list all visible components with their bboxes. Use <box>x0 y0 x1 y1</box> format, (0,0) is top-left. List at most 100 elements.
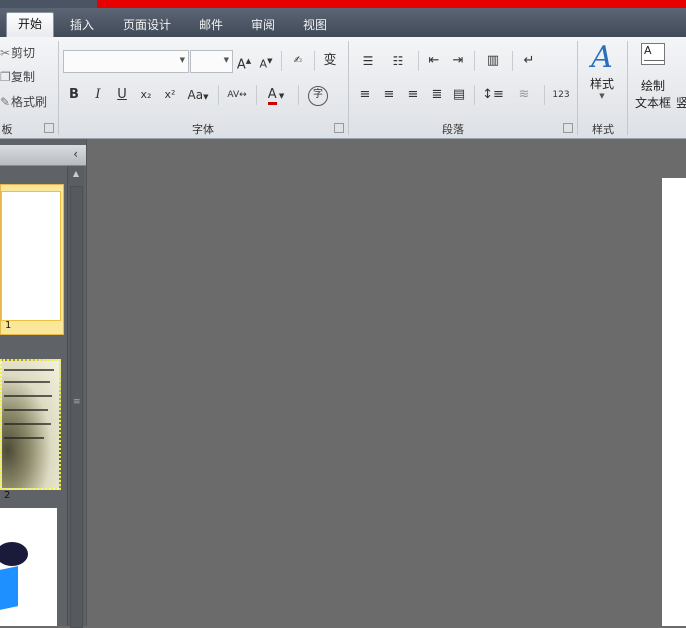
cut-button[interactable]: ✂剪切 <box>0 44 35 62</box>
divider <box>314 51 315 71</box>
columns-button[interactable]: ▥ <box>480 51 506 71</box>
slide-thumbnail-2[interactable] <box>0 359 61 490</box>
phonetic-label: 变 <box>323 53 337 68</box>
line-spacing-button[interactable]: ↕≡ <box>480 85 506 105</box>
font-dialog-launcher[interactable] <box>334 123 344 133</box>
indent-icon: ⇥ <box>452 53 464 68</box>
clear-format-button[interactable]: ✍ <box>286 51 310 71</box>
font-size-combo[interactable]: ▼ <box>190 50 233 73</box>
numbering-button[interactable]: ☷ <box>386 51 410 71</box>
draw-textbox-button[interactable]: A 绘制 文本框 <box>632 43 674 113</box>
shading-icon: ≋ <box>518 87 530 102</box>
eraser-icon: ✍ <box>293 55 303 66</box>
change-case-label: Aa <box>187 88 204 102</box>
paragraph-dialog-launcher[interactable] <box>563 123 573 133</box>
justify-button[interactable]: ≣ <box>428 85 446 105</box>
styles-icon: A <box>591 40 613 75</box>
grow-font-label: A <box>236 57 246 73</box>
divider <box>281 51 282 71</box>
thumbnail-text-line <box>4 395 52 397</box>
clipboard-dialog-launcher[interactable] <box>44 123 54 133</box>
slide-thumbnail-panel: ‹ 1 2 ▲ ≡ <box>0 139 87 628</box>
slide-number: 1 <box>5 320 12 331</box>
brush-icon: ✎ <box>0 95 11 109</box>
panel-scrollbar[interactable]: ▲ ≡ <box>67 166 84 628</box>
align-left-button[interactable]: ≡ <box>356 85 374 105</box>
title-bar <box>0 0 686 8</box>
character-spacing-button[interactable]: AV↔ <box>224 85 250 105</box>
thumbnail-graphic <box>0 566 18 610</box>
tab-mailings[interactable]: 邮件 <box>188 14 234 37</box>
align-left-icon: ≡ <box>359 87 371 102</box>
underline-button[interactable]: U <box>114 85 130 105</box>
spacing-icon: AV↔ <box>227 90 247 100</box>
styles-button[interactable]: A 样式 ▼ <box>580 41 624 113</box>
chevron-down-icon: ▼ <box>599 92 605 100</box>
tab-home[interactable]: 开始 <box>6 12 54 38</box>
collapse-icon[interactable]: ‹ <box>73 147 78 161</box>
thumbnail-text-line <box>4 381 50 383</box>
cut-label: 剪切 <box>11 46 36 60</box>
textbox-label: 文本框 <box>634 96 671 110</box>
outdent-icon: ⇤ <box>428 53 440 68</box>
vertical-label: 竖 <box>676 96 686 110</box>
subscript-button[interactable]: x₂ <box>136 85 156 105</box>
decrease-indent-button[interactable]: ⇤ <box>424 51 444 71</box>
columns-icon: ▥ <box>486 53 500 68</box>
grow-font-button[interactable]: A▲ <box>236 51 252 73</box>
numbered-list-icon: ☷ <box>392 54 404 68</box>
thumbnail-text-line <box>4 369 54 371</box>
title-bar-accent <box>97 0 686 8</box>
copy-icon: ❐ <box>0 70 11 84</box>
shrink-font-button[interactable]: A▼ <box>258 51 274 71</box>
chevron-down-icon: ▼ <box>179 56 185 64</box>
font-color-button[interactable]: A ▼ <box>262 85 290 105</box>
format-painter-button[interactable]: ✎格式刷 <box>0 93 47 111</box>
scroll-thumb[interactable]: ≡ <box>70 186 83 628</box>
styles-button-label: 样式 <box>589 77 614 91</box>
superscript-button[interactable]: x² <box>160 85 180 105</box>
distribute-button[interactable]: ▤ <box>450 85 468 105</box>
tab-insert[interactable]: 插入 <box>58 14 106 37</box>
scissors-icon: ✂ <box>0 46 11 60</box>
thumbnail-slot-2[interactable]: 2 <box>0 355 64 505</box>
change-case-button[interactable]: Aa▼ <box>184 85 212 105</box>
copy-button[interactable]: ❐复制 <box>0 68 35 86</box>
divider <box>544 85 545 105</box>
italic-button[interactable]: I <box>90 85 106 105</box>
font-color-label: A <box>267 87 277 105</box>
line-spacing-icon: ↕≡ <box>482 87 504 102</box>
shrink-font-label: A <box>259 57 268 71</box>
tab-view[interactable]: 视图 <box>292 14 338 37</box>
justify-icon: ≣ <box>431 87 443 102</box>
slide-thumbnail-1[interactable] <box>1 191 61 321</box>
slide-canvas[interactable] <box>662 178 686 626</box>
divider <box>512 51 513 71</box>
tab-review[interactable]: 审阅 <box>240 14 286 37</box>
increase-indent-button[interactable]: ⇥ <box>448 51 468 71</box>
copy-label: 复制 <box>11 70 36 84</box>
chevron-down-icon: ▼ <box>223 56 229 64</box>
divider <box>474 85 475 105</box>
numbering-format-button[interactable]: 123 <box>550 85 572 105</box>
align-center-button[interactable]: ≡ <box>380 85 398 105</box>
paragraph-group-label: 段落 <box>442 123 464 136</box>
enclose-characters-button[interactable]: 字 <box>308 86 328 106</box>
thumbnail-slot-1[interactable]: 1 <box>0 184 64 335</box>
align-right-button[interactable]: ≡ <box>404 85 422 105</box>
shading-button[interactable]: ≋ <box>510 85 538 105</box>
tab-page-design[interactable]: 页面设计 <box>112 14 182 37</box>
clipboard-group-label: 板 <box>1 123 13 136</box>
scroll-up-icon[interactable]: ▲ <box>70 169 82 179</box>
slide-number: 2 <box>4 490 11 501</box>
slide-thumbnail-3[interactable] <box>0 508 57 626</box>
ribbon: ✂剪切 ❐复制 ✎格式刷 板 ▼ ▼ A▲ A▼ ✍ 变 B I U x₂ x²… <box>0 37 686 139</box>
text-direction-button[interactable]: ↵ <box>520 51 538 71</box>
font-name-combo[interactable]: ▼ <box>63 50 189 73</box>
bullets-button[interactable]: ☰ <box>356 51 380 71</box>
divider <box>418 51 419 71</box>
bold-button[interactable]: B <box>66 85 82 105</box>
vertical-textbox-button[interactable]: 竖 <box>676 94 686 111</box>
phonetic-guide-button[interactable]: 变 <box>319 51 341 71</box>
enclose-label: 字 <box>313 89 323 100</box>
